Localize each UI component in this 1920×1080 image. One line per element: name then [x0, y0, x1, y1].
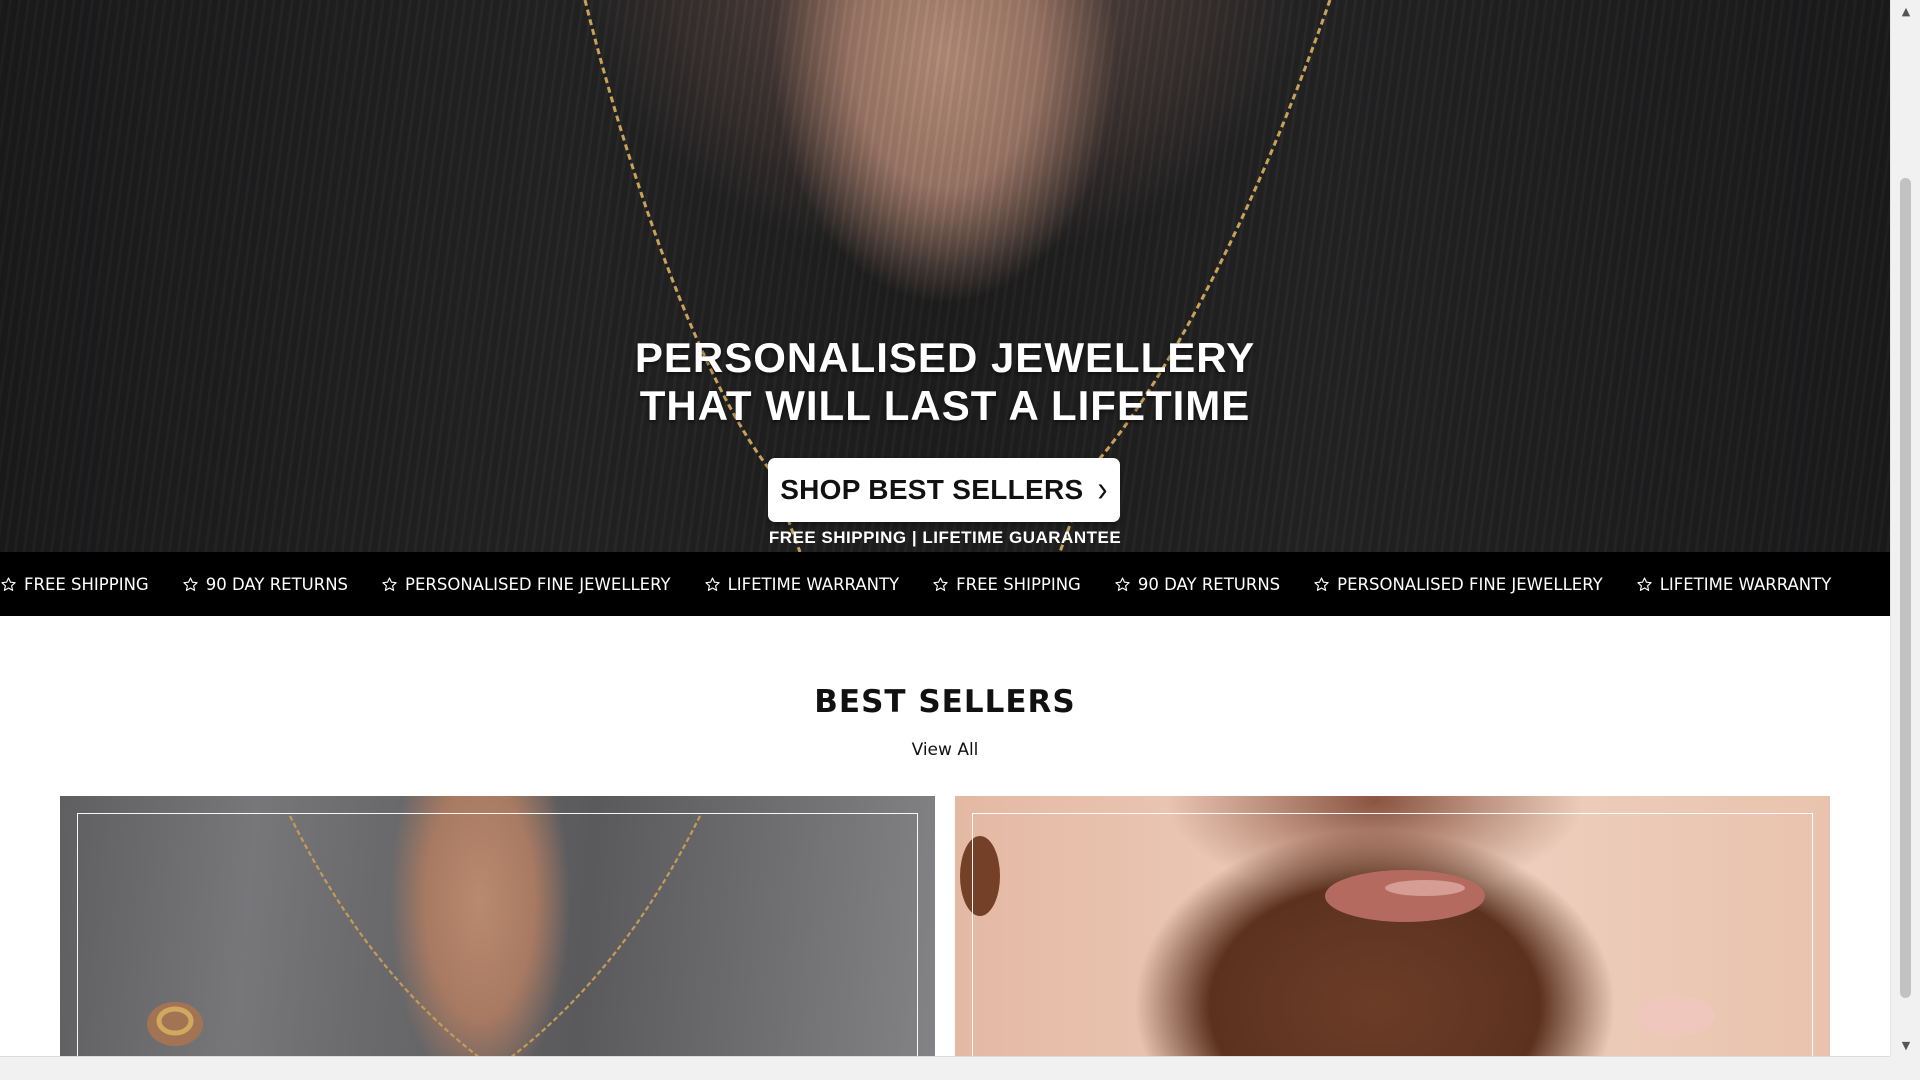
- marquee-item: FREE SHIPPING: [932, 575, 1081, 594]
- product-card[interactable]: [60, 796, 935, 1056]
- star-outline-icon: [1, 576, 16, 591]
- product-card[interactable]: [955, 796, 1830, 1056]
- hero-banner[interactable]: PERSONALISED JEWELLERY THAT WILL LAST A …: [0, 0, 1890, 552]
- marquee-item: PERSONALISED FINE JEWELLERY: [1313, 575, 1603, 594]
- hero-headline-line1: PERSONALISED JEWELLERY: [634, 334, 1256, 381]
- scroll-up-arrow-icon[interactable]: ▲: [1891, 0, 1920, 22]
- star-outline-icon: [1115, 576, 1130, 591]
- marquee-item: LIFETIME WARRANTY: [704, 574, 900, 594]
- marquee-item-label: LIFETIME WARRANTY: [1659, 574, 1832, 594]
- marquee-item-label: FREE SHIPPING: [956, 574, 1081, 594]
- hero-subline: FREE SHIPPING | LIFETIME GUARANTEE: [768, 528, 1122, 547]
- marquee-item: 90 DAY RETURNS: [1114, 575, 1280, 594]
- star-outline-icon: [382, 576, 397, 591]
- marquee-item-label: 90 DAY RETURNS: [1137, 574, 1281, 594]
- marquee-item: PERSONALISED FINE JEWELLERY: [381, 575, 671, 594]
- marquee-item-label: 90 DAY RETURNS: [205, 574, 349, 594]
- marquee-item: FREE SHIPPING: [0, 575, 149, 594]
- marquee-item-label: PERSONALISED FINE JEWELLERY: [1337, 574, 1603, 594]
- hero-headline-line2: THAT WILL LAST A LIFETIME: [639, 382, 1251, 429]
- shop-best-sellers-label: SHOP BEST SELLERS: [780, 474, 1084, 505]
- benefits-marquee: FREE SHIPPING 90 DAY RETURNS PERSONALISE…: [0, 552, 1890, 616]
- scrollbar-corner: [1890, 1056, 1920, 1080]
- star-outline-icon: [933, 576, 948, 591]
- product-card-frame: [77, 813, 918, 1056]
- vertical-scrollbar[interactable]: ▲ ▼: [1890, 0, 1920, 1080]
- scroll-down-arrow-icon[interactable]: ▼: [1891, 1034, 1920, 1056]
- horizontal-scrollbar[interactable]: [0, 1056, 1890, 1080]
- product-card-frame: [972, 813, 1813, 1056]
- shop-best-sellers-button[interactable]: SHOP BEST SELLERS ›: [768, 458, 1120, 522]
- vertical-scrollbar-thumb[interactable]: [1900, 178, 1911, 998]
- star-outline-icon: [704, 576, 720, 591]
- marquee-item: LIFETIME WARRANTY: [1636, 574, 1832, 594]
- best-sellers-heading: BEST SELLERS: [814, 684, 1076, 720]
- view-all-link[interactable]: View All: [0, 740, 1890, 760]
- marquee-item-label: FREE SHIPPING: [24, 574, 149, 594]
- chevron-right-icon: ›: [1097, 469, 1108, 510]
- star-outline-icon: [183, 576, 198, 591]
- star-outline-icon: [1314, 576, 1329, 591]
- marquee-item-label: PERSONALISED FINE JEWELLERY: [405, 574, 671, 594]
- page-viewport: PERSONALISED JEWELLERY THAT WILL LAST A …: [0, 0, 1890, 1056]
- marquee-item-label: LIFETIME WARRANTY: [727, 574, 900, 594]
- star-outline-icon: [1637, 576, 1652, 591]
- marquee-item: 90 DAY RETURNS: [182, 575, 348, 594]
